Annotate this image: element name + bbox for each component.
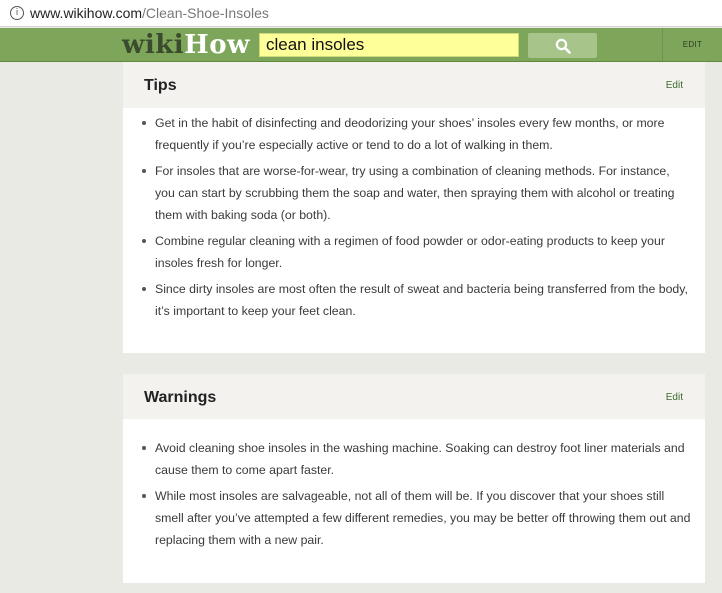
tips-title: Tips	[144, 77, 177, 94]
bullet-icon	[142, 287, 146, 291]
tip-text: Get in the habit of disinfecting and deo…	[155, 116, 665, 152]
warning-item: Avoid cleaning shoe insoles in the washi…	[139, 437, 691, 481]
bullet-icon	[142, 494, 146, 498]
logo-wiki-text: wiki	[122, 30, 185, 60]
header-edit-link[interactable]: EDIT	[662, 28, 722, 61]
wikihow-logo[interactable]: wikiHow	[122, 30, 250, 60]
site-header: wikiHow EDIT	[0, 28, 722, 62]
info-icon[interactable]: i	[10, 6, 24, 20]
tip-item: Combine regular cleaning with a regimen …	[139, 230, 691, 274]
tips-edit-link[interactable]: Edit	[666, 80, 683, 91]
warnings-header: Warnings Edit	[123, 374, 705, 419]
search-input[interactable]	[259, 33, 519, 57]
warning-item: While most insoles are salvageable, not …	[139, 485, 691, 551]
url-path: /Clean-Shoe-Insoles	[142, 5, 269, 21]
tip-text: Combine regular cleaning with a regimen …	[155, 234, 665, 270]
tip-text: For insoles that are worse-for-wear, try…	[155, 164, 675, 222]
warnings-title: Warnings	[144, 389, 217, 406]
warnings-list: Avoid cleaning shoe insoles in the washi…	[139, 437, 691, 555]
tips-section: Tips Edit Get in the habit of disinfecti…	[123, 62, 705, 353]
bullet-icon	[142, 446, 146, 450]
warnings-section: Warnings Edit Avoid cleaning shoe insole…	[123, 374, 705, 583]
warning-text: Avoid cleaning shoe insoles in the washi…	[155, 441, 685, 477]
warning-text: While most insoles are salvageable, not …	[155, 489, 691, 547]
tip-text: Since dirty insoles are most often the r…	[155, 282, 688, 318]
tip-item: Since dirty insoles are most often the r…	[139, 278, 691, 322]
bullet-icon	[142, 239, 146, 243]
tips-list: Get in the habit of disinfecting and deo…	[139, 112, 691, 326]
search-icon	[555, 38, 571, 54]
url-domain: www.wikihow.com	[30, 5, 143, 21]
tip-item: For insoles that are worse-for-wear, try…	[139, 160, 691, 226]
warnings-edit-link[interactable]: Edit	[666, 392, 683, 403]
search-button[interactable]	[528, 33, 597, 58]
logo-how-text: How	[184, 30, 250, 60]
bullet-icon	[142, 169, 146, 173]
bullet-icon	[142, 121, 146, 125]
browser-address-bar[interactable]: i www.wikihow.com/Clean-Shoe-Insoles	[0, 0, 722, 27]
tip-item: Get in the habit of disinfecting and deo…	[139, 112, 691, 156]
tips-header: Tips Edit	[123, 62, 705, 108]
